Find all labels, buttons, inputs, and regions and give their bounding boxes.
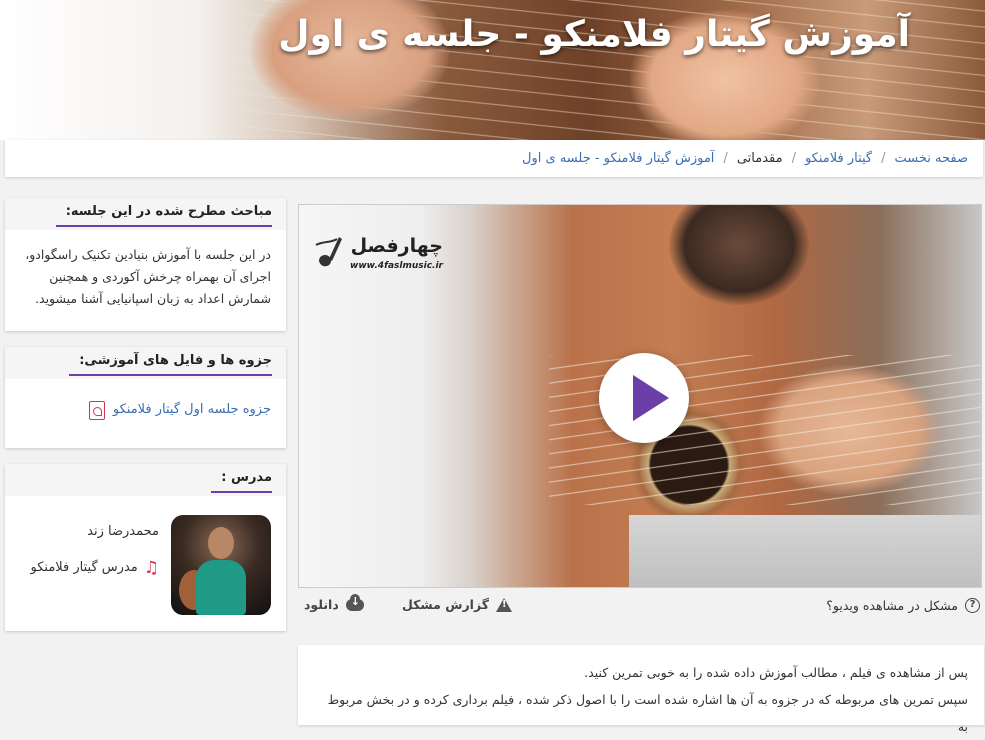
cloud-download-icon bbox=[345, 593, 364, 611]
breadcrumb-item-home[interactable]: صفحه نخست bbox=[895, 151, 968, 166]
play-button[interactable] bbox=[599, 353, 689, 443]
page-title: آموزش گیتار فلامنکو - جلسه ی اول bbox=[278, 14, 910, 55]
breadcrumb-separator: / bbox=[881, 151, 886, 166]
brand-logo: چهارفصل www.4faslmusic.ir bbox=[313, 225, 443, 277]
video-toolbar: ? مشکل در مشاهده ویدیو؟ گزارش مشکل دانلو… bbox=[298, 593, 984, 620]
teacher-name[interactable]: محمدرضا زند bbox=[31, 521, 159, 543]
download-label: دانلود bbox=[304, 597, 339, 612]
avatar-body bbox=[196, 560, 246, 615]
video-help[interactable]: ? مشکل در مشاهده ویدیو؟ bbox=[826, 598, 980, 613]
topics-card-header: مباحث مطرح شده در این جلسه: bbox=[5, 198, 286, 230]
files-card-header: جزوه ها و فایل های آموزشی: bbox=[5, 347, 286, 379]
video-person-head bbox=[669, 205, 809, 305]
teacher-card-header: مدرس : bbox=[5, 464, 286, 496]
report-label: گزارش مشکل bbox=[402, 597, 490, 612]
lesson-description: پس از مشاهده ی فیلم ، مطالب آموزش داده ش… bbox=[298, 645, 984, 734]
teacher-role-label: مدرس گیتار فلامنکو bbox=[30, 560, 138, 575]
report-button[interactable]: گزارش مشکل bbox=[402, 597, 513, 612]
avatar[interactable] bbox=[171, 515, 271, 615]
teacher-info: محمدرضا زند ♫ مدرس گیتار فلامنکو bbox=[31, 515, 159, 579]
teacher-role: ♫ مدرس گیتار فلامنکو bbox=[31, 557, 159, 579]
file-link[interactable]: جزوه جلسه اول گیتار فلامنکو bbox=[113, 399, 271, 421]
breadcrumb-item-current[interactable]: آموزش گیتار فلامنکو - جلسه ی اول bbox=[522, 151, 714, 166]
pdf-icon[interactable] bbox=[88, 400, 105, 420]
teacher-card-title: مدرس : bbox=[211, 470, 272, 493]
topics-card: مباحث مطرح شده در این جلسه: در این جلسه … bbox=[5, 198, 286, 331]
file-item[interactable]: جزوه جلسه اول گیتار فلامنکو bbox=[20, 399, 271, 421]
logo-url: www.4faslmusic.ir bbox=[350, 261, 443, 271]
files-list: جزوه جلسه اول گیتار فلامنکو bbox=[5, 379, 286, 433]
breadcrumb-item-beginner: مقدماتی bbox=[736, 151, 783, 166]
download-button[interactable]: دانلود bbox=[304, 593, 364, 612]
hero-banner: آموزش گیتار فلامنکو - جلسه ی اول bbox=[0, 0, 985, 140]
breadcrumb-item-flamenco[interactable]: گیتار فلامنکو bbox=[805, 151, 872, 166]
video-jeans bbox=[629, 515, 981, 587]
video-player[interactable]: چهارفصل www.4faslmusic.ir bbox=[298, 204, 982, 588]
files-card-title: جزوه ها و فایل های آموزشی: bbox=[69, 353, 272, 376]
topics-card-title: مباحث مطرح شده در این جلسه: bbox=[55, 204, 272, 227]
breadcrumb-separator: / bbox=[791, 151, 796, 166]
warning-icon bbox=[496, 597, 513, 612]
music-note-icon: ♫ bbox=[143, 557, 159, 578]
breadcrumb: صفحه نخست / گیتار فلامنکو / مقدماتی / آم… bbox=[5, 140, 983, 177]
topics-text: در این جلسه با آموزش بنیادین تکنیک راسگو… bbox=[25, 247, 271, 306]
teacher-card: مدرس : محمدرضا زند ♫ مدرس گیتار فلامنکو bbox=[5, 464, 286, 631]
logo-title: چهارفصل bbox=[350, 235, 443, 257]
description-line: پس از مشاهده ی فیلم ، مطالب آموزش داده ش… bbox=[584, 665, 968, 680]
video-help-text[interactable]: مشکل در مشاهده ویدیو؟ bbox=[826, 598, 958, 613]
question-icon[interactable]: ? bbox=[965, 598, 980, 613]
breadcrumb-separator: / bbox=[723, 151, 728, 166]
teacher-row: محمدرضا زند ♫ مدرس گیتار فلامنکو bbox=[20, 515, 271, 615]
logo-mark-icon bbox=[315, 237, 342, 267]
files-card: جزوه ها و فایل های آموزشی: جزوه جلسه اول… bbox=[5, 347, 286, 448]
teacher-body: محمدرضا زند ♫ مدرس گیتار فلامنکو bbox=[5, 496, 286, 615]
description-line: سپس تمرین های مربوطه که در جزوه به آن ها… bbox=[327, 692, 968, 734]
avatar-head bbox=[208, 527, 234, 559]
